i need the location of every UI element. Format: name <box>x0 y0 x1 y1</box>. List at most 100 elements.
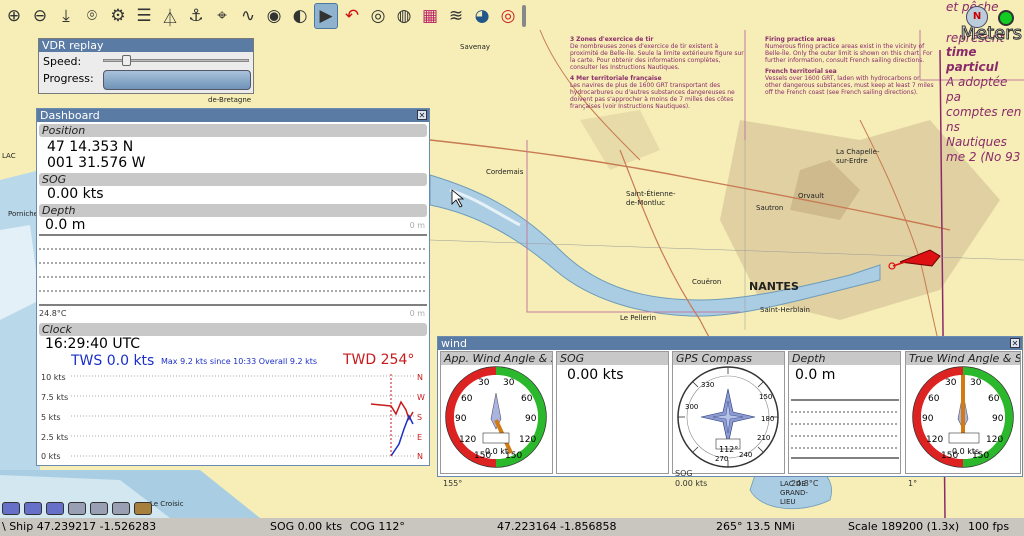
tws-tick: 10 kts <box>41 373 66 382</box>
true-wind-dial: 30 60 90 120 150 30 60 90 120 150 <box>912 366 1014 468</box>
graph-icon[interactable]: ◐ <box>288 3 312 29</box>
compass-sog-label: SOG <box>675 469 693 478</box>
dashboard-title: Dashboard <box>40 109 100 122</box>
close-icon[interactable]: ✕ <box>417 110 427 120</box>
chart-bar <box>2 502 152 515</box>
svg-text:120: 120 <box>926 435 943 445</box>
ais-icon[interactable]: ⏃ <box>158 3 182 29</box>
toolbar-separator <box>522 5 526 27</box>
chart-group-button[interactable] <box>24 502 42 515</box>
note-heading: Mer territoriale française <box>576 75 662 82</box>
north-up-icon[interactable]: ⤓ <box>54 3 78 29</box>
speed-slider[interactable] <box>103 55 249 66</box>
depth-gridlines <box>39 234 427 306</box>
compass-heading: 112° <box>719 445 739 454</box>
wind-title: wind <box>441 337 468 350</box>
waypoint-icon[interactable]: ⌖ <box>210 3 234 29</box>
app-wind-gauge: App. Wind Angle & Speed 30 60 90 120 150… <box>440 351 553 488</box>
chart-group-button[interactable] <box>68 502 86 515</box>
twd-tick: S <box>417 413 423 422</box>
compass-icon[interactable]: ◉ <box>262 3 286 29</box>
anchor-icon[interactable]: ⚓ <box>184 3 208 29</box>
tws-value: TWS 0.0 kts <box>71 353 155 369</box>
compass-sog-value: 0.00 kts <box>675 479 708 488</box>
true-wind-gauge: True Wind Angle & Speed 30 60 90 120 150… <box>905 351 1021 488</box>
svg-text:120: 120 <box>519 435 536 445</box>
svg-text:240: 240 <box>739 451 752 459</box>
depth-label: Depth <box>789 352 900 365</box>
speed-label: Speed: <box>43 55 82 68</box>
play-icon[interactable]: ◍ <box>392 3 416 29</box>
position-header: Position <box>39 124 427 137</box>
chart-group-button[interactable] <box>46 502 64 515</box>
chart-group-button[interactable] <box>2 502 20 515</box>
zoom-out-icon[interactable]: ⊖ <box>28 3 52 29</box>
route-icon[interactable]: ⌾ <box>80 3 104 29</box>
wind-window: wind ✕ App. Wind Angle & Speed 30 60 90 1… <box>437 336 1023 488</box>
note-block: Firing practice areas Numerous firing pra… <box>765 36 935 64</box>
tws-max: Max 9.2 kts since 10:33 Overall 9.2 kts <box>161 357 318 366</box>
svg-text:180: 180 <box>761 415 774 423</box>
settings-icon[interactable]: ⚙ <box>106 3 130 29</box>
svg-text:30: 30 <box>970 378 982 388</box>
ship-cog: COG 112° <box>350 520 405 533</box>
ship-position: \ Ship 47.239217 -1.526283 <box>2 520 157 533</box>
gps-compass-gauge: GPS Compass 330 300 150 180 210 240 270 … <box>672 351 785 488</box>
chart-scale: Scale 189200 (1.3x) <box>848 520 960 533</box>
svg-text:300: 300 <box>685 403 698 411</box>
mob-icon[interactable]: ↶ <box>340 3 364 29</box>
svg-text:120: 120 <box>986 435 1003 445</box>
true-wind-speed: 0.0 kts <box>952 447 980 456</box>
chart-group-button[interactable] <box>134 502 152 515</box>
weather-icon[interactable]: ≋ <box>444 3 468 29</box>
legend-line: comptes ren <box>946 105 1022 119</box>
select-icon[interactable]: ▶ <box>314 3 338 29</box>
app-wind-angle: 155° <box>443 479 463 488</box>
depth-temp: 24.8°C <box>39 309 67 318</box>
chart-legend-right: et pêche représent Meters time particul … <box>946 0 1024 165</box>
lifebuoy-icon[interactable]: ◎ <box>496 3 520 29</box>
tws-line <box>390 414 414 457</box>
tide-icon[interactable]: ▦ <box>418 3 442 29</box>
position-lat: 47 14.353 N <box>47 139 134 155</box>
zoom-in-icon[interactable]: ⊕ <box>2 3 26 29</box>
list-icon[interactable]: ☰ <box>132 3 156 29</box>
main-toolbar: ⊕ ⊖ ⤓ ⌾ ⚙ ☰ ⏃ ⚓ ⌖ ∿ ◉ ◐ ▶ ↶ ◎ ◍ ▦ ≋ ◕ ◎ <box>0 0 612 32</box>
svg-text:30: 30 <box>478 378 490 388</box>
svg-text:60: 60 <box>521 394 533 404</box>
twd-value: TWD 254° <box>343 352 415 368</box>
depth-unit-top: 0 m <box>409 221 425 230</box>
note-heading: French territorial sea <box>765 68 837 75</box>
clock-value: 16:29:40 UTC <box>45 336 141 352</box>
close-icon[interactable]: ✕ <box>1010 338 1020 348</box>
depth-value: 0.0 m <box>45 217 86 233</box>
true-wind-label: True Wind Angle & Speed <box>906 352 1020 365</box>
speed-slider-handle[interactable] <box>122 55 131 66</box>
depth-graph: 0.0 m 0 m 24.8°C 0 m <box>37 217 429 321</box>
twd-tick: W <box>417 393 425 402</box>
svg-text:270: 270 <box>715 455 728 463</box>
depth-temp: 24.8°C <box>791 479 819 488</box>
chart-notes-en: Firing practice areas Numerous firing pra… <box>765 36 935 96</box>
chart-group-button[interactable] <box>90 502 108 515</box>
note-block: French territorial sea Vessels over 1600 … <box>765 68 935 96</box>
record-icon[interactable]: ◎ <box>366 3 390 29</box>
globe-icon[interactable]: ◕ <box>470 3 494 29</box>
svg-text:330: 330 <box>701 381 714 389</box>
svg-text:30: 30 <box>945 378 957 388</box>
svg-text:210: 210 <box>757 434 770 442</box>
svg-text:90: 90 <box>992 414 1004 424</box>
tws-tick: 0 kts <box>41 452 61 461</box>
sog-value: 0.00 kts <box>567 367 624 383</box>
track-icon[interactable]: ∿ <box>236 3 260 29</box>
progress-bar[interactable] <box>103 70 251 90</box>
app-wind-speed: 0.0 kt <box>485 447 509 456</box>
progress-label: Progress: <box>43 72 94 85</box>
svg-text:90: 90 <box>455 414 467 424</box>
twd-tick: N <box>417 452 423 461</box>
chart-group-button[interactable] <box>112 502 130 515</box>
note-heading: Firing practice areas <box>765 36 836 43</box>
depth-gauge: Depth 0.0 m 24.8°C <box>788 351 901 488</box>
north-up-indicator[interactable]: N <box>966 6 988 28</box>
legend-line: ns Nautiques <box>946 120 1007 149</box>
